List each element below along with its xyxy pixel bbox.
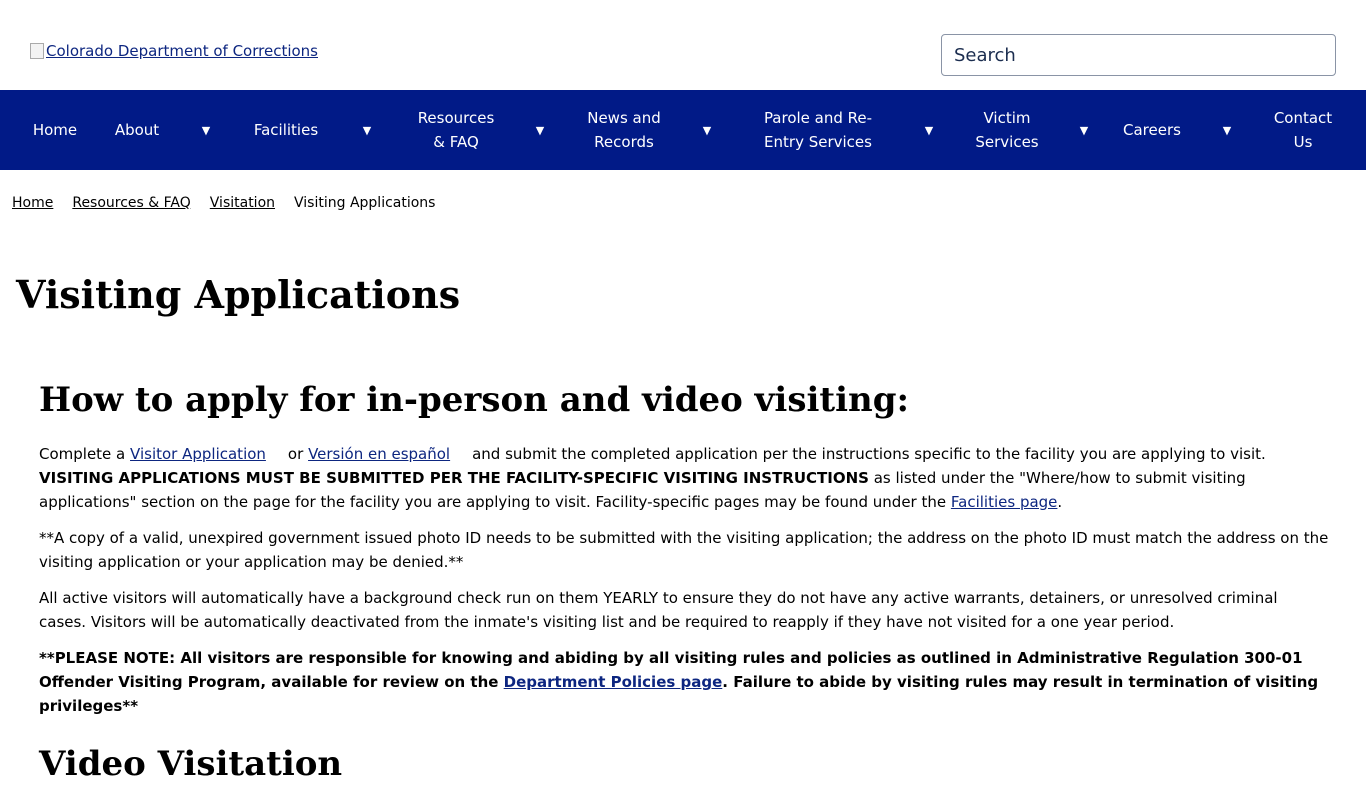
nav-item-parole[interactable]: Parole and Re-Entry Services bbox=[748, 90, 888, 170]
section-heading-apply: How to apply for in-person and video vis… bbox=[39, 380, 910, 420]
visitor-application-link[interactable]: Visitor Application bbox=[130, 445, 266, 463]
spanish-version-link[interactable]: Versión en español bbox=[308, 445, 450, 463]
breadcrumb-current: Visiting Applications bbox=[294, 195, 436, 211]
photo-id-paragraph: **A copy of a valid, unexpired governmen… bbox=[39, 529, 1329, 571]
search-placeholder: Search bbox=[954, 44, 1016, 66]
nav-item-contact[interactable]: Contact Us bbox=[1266, 90, 1340, 170]
nav-item-facilities[interactable]: Facilities bbox=[246, 90, 326, 170]
broken-image-icon bbox=[30, 43, 44, 59]
parole-dropdown-chevron-icon[interactable]: ▼ bbox=[918, 90, 940, 170]
nav-item-news[interactable]: News and Records bbox=[578, 90, 670, 170]
news-dropdown-chevron-icon[interactable]: ▼ bbox=[696, 90, 718, 170]
victim-dropdown-chevron-icon[interactable]: ▼ bbox=[1073, 90, 1095, 170]
breadcrumb-visitation[interactable]: Visitation bbox=[210, 195, 275, 211]
background-check-paragraph: All active visitors will automatically h… bbox=[39, 589, 1278, 631]
nav-item-resources[interactable]: Resources & FAQ bbox=[411, 90, 501, 170]
main-content: How to apply for in-person and video vis… bbox=[39, 378, 1329, 786]
department-policies-link[interactable]: Department Policies page bbox=[504, 673, 723, 691]
section-heading-video: Video Visitation bbox=[39, 744, 343, 784]
apply-instructions-paragraph: Complete a Visitor Application or Versión… bbox=[39, 445, 1266, 511]
search-input[interactable]: Search bbox=[941, 34, 1336, 76]
breadcrumb: Home Resources & FAQ Visitation Visiting… bbox=[12, 195, 435, 211]
main-nav: Home About ▼ Facilities ▼ Resources & FA… bbox=[0, 90, 1366, 170]
about-dropdown-chevron-icon[interactable]: ▼ bbox=[195, 90, 217, 170]
page-title: Visiting Applications bbox=[16, 272, 461, 317]
careers-dropdown-chevron-icon[interactable]: ▼ bbox=[1216, 90, 1238, 170]
nav-item-victim[interactable]: Victim Services bbox=[964, 90, 1050, 170]
logo-alt-text: Colorado Department of Corrections bbox=[46, 42, 318, 60]
nav-item-home[interactable]: Home bbox=[22, 90, 88, 170]
breadcrumb-resources[interactable]: Resources & FAQ bbox=[72, 195, 190, 211]
facilities-dropdown-chevron-icon[interactable]: ▼ bbox=[356, 90, 378, 170]
facilities-page-link[interactable]: Facilities page bbox=[951, 493, 1058, 511]
breadcrumb-home[interactable]: Home bbox=[12, 195, 53, 211]
nav-item-about[interactable]: About bbox=[106, 90, 168, 170]
policy-note-paragraph: **PLEASE NOTE: All visitors are responsi… bbox=[39, 649, 1319, 715]
site-header: Colorado Department of Corrections Searc… bbox=[0, 0, 1366, 90]
nav-item-careers[interactable]: Careers bbox=[1116, 90, 1188, 170]
resources-dropdown-chevron-icon[interactable]: ▼ bbox=[529, 90, 551, 170]
site-logo-link[interactable]: Colorado Department of Corrections bbox=[30, 42, 318, 60]
